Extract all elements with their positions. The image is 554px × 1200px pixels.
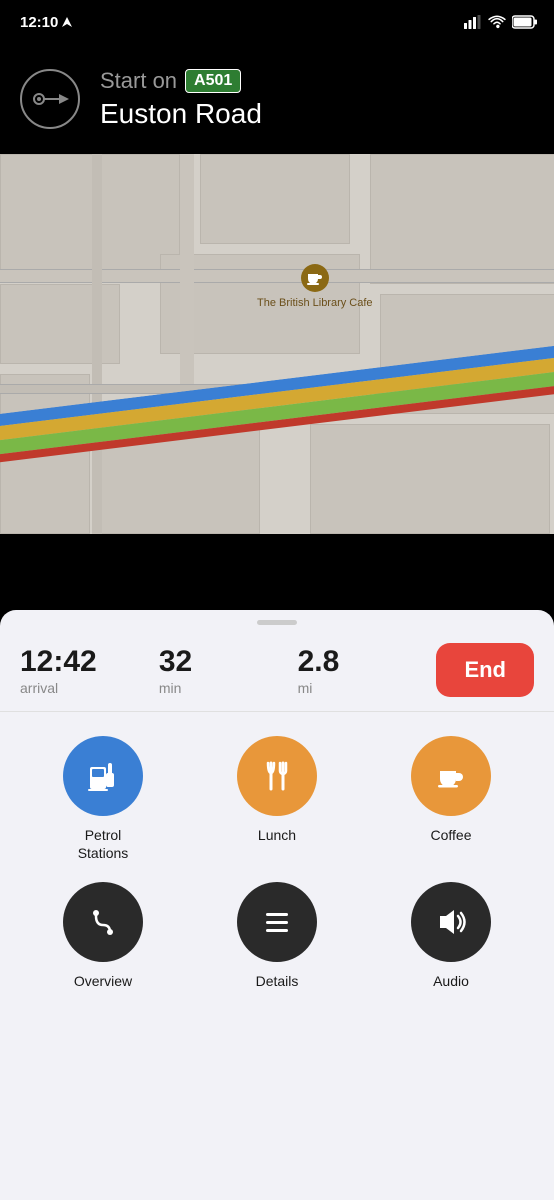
coffee-circle	[411, 736, 491, 816]
lunch-circle	[237, 736, 317, 816]
location-icon	[62, 17, 72, 27]
details-label: Details	[256, 972, 299, 990]
cafe-label: The British Library Cafe	[257, 296, 373, 310]
cafe-icon	[301, 264, 329, 292]
overview-label: Overview	[74, 972, 132, 990]
arrival-time: 12:42 arrival	[20, 645, 159, 696]
map-area: The British Library Cafe	[0, 154, 554, 534]
status-icons	[464, 15, 538, 29]
coffee-label: Coffee	[431, 826, 472, 844]
audio-circle	[411, 882, 491, 962]
wifi-icon	[488, 15, 506, 29]
start-on-label: Start on	[100, 68, 177, 94]
lunch-option[interactable]: Lunch	[190, 736, 364, 862]
lunch-label: Lunch	[258, 826, 296, 844]
cafe-marker: The British Library Cafe	[257, 264, 373, 310]
petrol-label: Petrol Stations	[78, 826, 129, 862]
eta-row: 12:42 arrival 32 min 2.8 mi End	[0, 625, 554, 712]
petrol-circle	[63, 736, 143, 816]
status-time: 12:10	[20, 14, 72, 31]
road-name: Euston Road	[100, 98, 262, 130]
road-badge: A501	[185, 69, 241, 93]
audio-option[interactable]: Audio	[364, 882, 538, 990]
nav-text: Start on A501 Euston Road	[100, 68, 262, 130]
details-circle	[237, 882, 317, 962]
petrol-stations-option[interactable]: Petrol Stations	[16, 736, 190, 862]
options-grid: Petrol Stations Lunch Cof	[0, 712, 554, 999]
signal-icon	[464, 15, 482, 29]
start-on-line: Start on A501	[100, 68, 262, 94]
audio-label: Audio	[433, 972, 469, 990]
eta-distance: 2.8 mi	[298, 645, 437, 696]
route-icon	[20, 69, 80, 129]
coffee-option[interactable]: Coffee	[364, 736, 538, 862]
end-button[interactable]: End	[436, 643, 534, 697]
overview-circle	[63, 882, 143, 962]
status-bar: 12:10	[0, 0, 554, 44]
eta-minutes: 32 min	[159, 645, 298, 696]
nav-header: Start on A501 Euston Road	[0, 44, 554, 154]
bottom-panel: 12:42 arrival 32 min 2.8 mi End	[0, 610, 554, 1200]
overview-option[interactable]: Overview	[16, 882, 190, 990]
details-option[interactable]: Details	[190, 882, 364, 990]
battery-icon	[512, 15, 538, 29]
